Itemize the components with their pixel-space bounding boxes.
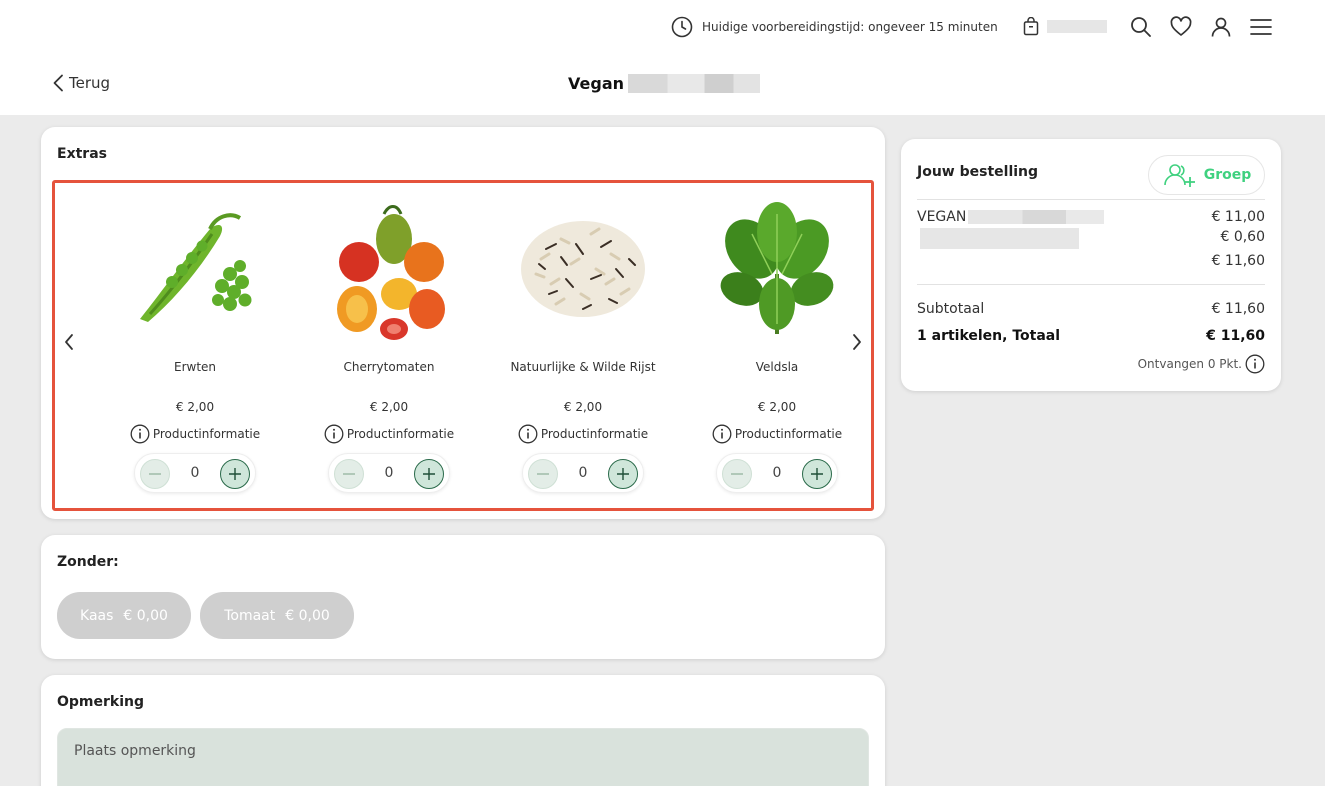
product-card: Cherrytomaten € 2,00 Productinformatie 0 (299, 191, 479, 493)
back-button[interactable]: Terug (52, 74, 110, 92)
product-image-wild-rice (508, 191, 658, 346)
heart-icon[interactable] (1169, 15, 1193, 39)
quantity-stepper: 0 (716, 453, 838, 493)
add-group-icon (1163, 164, 1195, 187)
group-label: Groep (1203, 167, 1252, 183)
clock-icon (671, 16, 693, 38)
order-title: Jouw bestelling (917, 164, 1039, 180)
remark-title: Opmerking (57, 694, 145, 710)
without-card: Zonder: Kaas € 0,00 Tomaat € 0,00 (41, 535, 885, 659)
order-item-row: VEGAN € 11,00 (917, 209, 1265, 225)
shopping-bag-icon (1023, 17, 1039, 36)
option-price: € 0,00 (285, 607, 330, 624)
product-info-link[interactable]: Productinformatie (493, 424, 673, 444)
subtotal-value: € 11,60 (1211, 301, 1265, 317)
order-item-name-redacted (968, 210, 1105, 224)
plus-icon (229, 468, 241, 480)
plus-icon (617, 468, 629, 480)
order-extra-price: € 0,60 (1220, 229, 1265, 245)
option-label: Kaas (80, 607, 114, 624)
without-title: Zonder: (57, 554, 119, 570)
product-card: Veldsla € 2,00 Productinformatie 0 (687, 191, 867, 493)
order-divider (917, 199, 1265, 200)
total-row: 1 artikelen, Totaal € 11,60 (917, 328, 1265, 344)
order-divider (917, 284, 1265, 285)
product-card: Erwten € 2,00 Productinformatie 0 (105, 191, 285, 493)
product-price: € 2,00 (175, 400, 215, 414)
product-info-link[interactable]: Productinformatie (105, 424, 285, 444)
product-info-label: Productinformatie (346, 427, 455, 441)
product-price: € 2,00 (369, 400, 409, 414)
product-info-link[interactable]: Productinformatie (299, 424, 479, 444)
back-label: Terug (69, 74, 111, 92)
quantity-stepper: 0 (134, 453, 256, 493)
increase-button[interactable] (414, 459, 444, 489)
carousel-prev-arrow-icon[interactable] (61, 331, 77, 353)
prep-time-info: Huidige voorbereidingstijd: ongeveer 15 … (671, 16, 998, 38)
order-item-total: € 11,60 (1211, 253, 1265, 269)
increase-button[interactable] (220, 459, 250, 489)
product-price: € 2,00 (757, 400, 797, 414)
product-name: Natuurlijke & Wilde Rijst (510, 360, 656, 374)
product-name: Cherrytomaten (343, 360, 435, 374)
product-info-label: Productinformatie (540, 427, 649, 441)
extras-title: Extras (57, 146, 107, 162)
without-option-kaas[interactable]: Kaas € 0,00 (57, 592, 191, 639)
product-name: Veldsla (755, 360, 799, 374)
option-label: Tomaat (224, 607, 276, 624)
remark-card: Opmerking (41, 675, 885, 786)
order-item-price: € 11,00 (1211, 209, 1265, 225)
product-info-label: Productinformatie (734, 427, 843, 441)
top-bar: Huidige voorbereidingstijd: ongeveer 15 … (0, 0, 1325, 54)
product-info-link[interactable]: Productinformatie (687, 424, 867, 444)
points-info: Ontvangen 0 Pkt. (1138, 354, 1265, 374)
page-title: Vegan (568, 74, 760, 93)
increase-button[interactable] (608, 459, 638, 489)
group-order-button[interactable]: Groep (1148, 155, 1265, 195)
product-image-peas (120, 191, 270, 346)
total-value: € 11,60 (1206, 328, 1265, 344)
search-icon[interactable] (1129, 15, 1153, 39)
info-icon (324, 424, 344, 444)
page-title-text: Vegan (568, 74, 624, 93)
increase-button[interactable] (802, 459, 832, 489)
total-label: 1 artikelen, Totaal (917, 328, 1061, 344)
user-icon[interactable] (1209, 15, 1233, 39)
cart-button[interactable] (1023, 17, 1107, 36)
info-icon (130, 424, 150, 444)
plus-icon (423, 468, 435, 480)
plus-icon (811, 468, 823, 480)
quantity-stepper: 0 (328, 453, 450, 493)
subtotal-row: Subtotaal € 11,60 (917, 301, 1265, 317)
quantity-stepper: 0 (522, 453, 644, 493)
page-header: Huidige voorbereidingstijd: ongeveer 15 … (0, 0, 1325, 115)
product-name: Erwten (173, 360, 217, 374)
product-price: € 2,00 (563, 400, 603, 414)
subtotal-label: Subtotaal (917, 301, 985, 317)
product-image-cherry-tomatoes (314, 191, 464, 346)
product-card: Natuurlijke & Wilde Rijst € 2,00 Product… (493, 191, 673, 493)
info-icon (518, 424, 538, 444)
chevron-left-icon (53, 74, 63, 92)
menu-icon[interactable] (1249, 15, 1273, 39)
points-text: Ontvangen 0 Pkt. (1137, 357, 1242, 371)
remark-input[interactable] (57, 728, 869, 786)
info-icon[interactable] (1245, 354, 1265, 374)
extras-carousel: Erwten € 2,00 Productinformatie 0 Cherry… (52, 180, 874, 511)
order-extra-redacted (920, 228, 1079, 249)
product-info-label: Productinformatie (152, 427, 261, 441)
without-option-tomaat[interactable]: Tomaat € 0,00 (200, 592, 354, 639)
option-price: € 0,00 (123, 607, 168, 624)
cart-amount-redacted (1047, 20, 1107, 33)
order-summary-card: Jouw bestelling Groep VEGAN € 11,00 € 0,… (901, 139, 1281, 391)
product-image-lambs-lettuce (702, 191, 852, 346)
prep-time-text: Huidige voorbereidingstijd: ongeveer 15 … (702, 20, 998, 34)
order-item-name: VEGAN (917, 209, 967, 225)
info-icon (712, 424, 732, 444)
page-title-redacted (628, 74, 760, 93)
extras-card: Extras Erwten € 2,00 Productinformatie 0… (41, 127, 885, 519)
